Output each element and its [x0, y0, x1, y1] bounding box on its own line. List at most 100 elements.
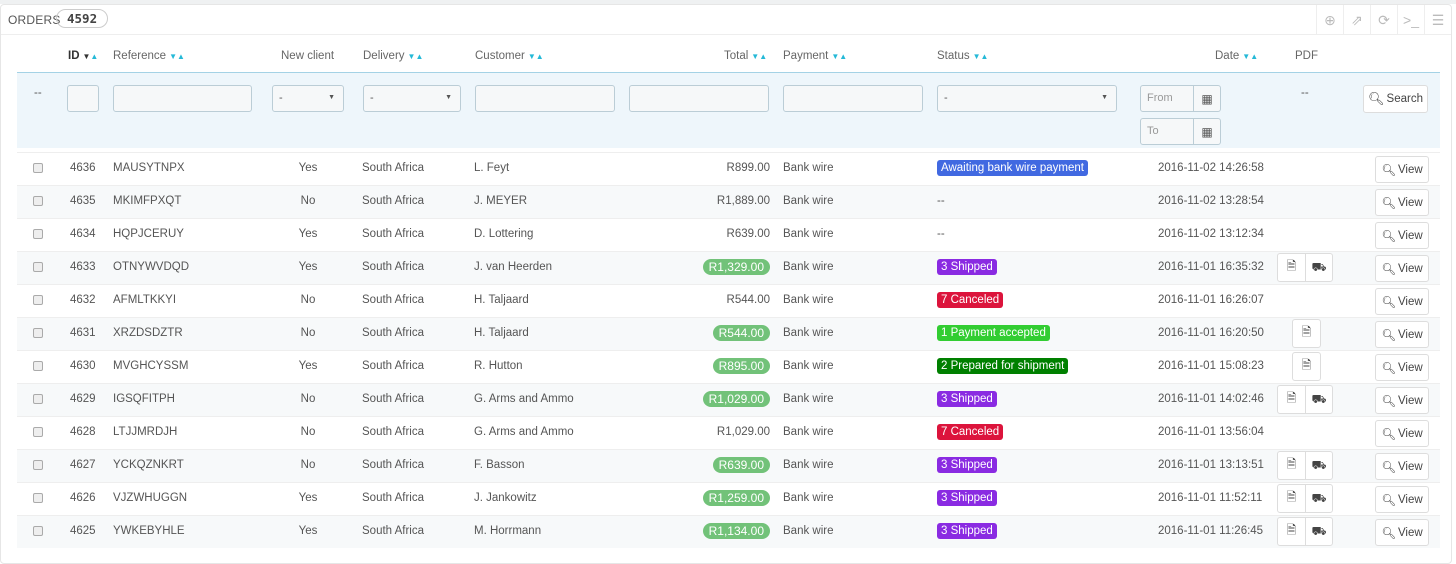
order-id: 4630 [70, 360, 96, 372]
order-id: 4626 [70, 492, 96, 504]
export-icon[interactable]: ⇗ [1343, 5, 1370, 35]
view-label: View [1397, 427, 1423, 440]
view-order-button[interactable]: 🔍︎ View [1375, 321, 1429, 348]
row-checkbox[interactable] [33, 295, 43, 305]
total-filter-input[interactable] [629, 85, 769, 112]
row-checkbox[interactable] [33, 526, 43, 536]
delivery-slip-truck-icon[interactable]: ⛟ [1305, 386, 1332, 413]
table-row[interactable]: 4626 VJZWHUGGN Yes South Africa J. Janko… [17, 482, 1440, 515]
row-checkbox[interactable] [33, 229, 43, 239]
sort-icon[interactable]: ▼▲ [1242, 52, 1258, 61]
table-row[interactable]: 4628 LTJJMRDJH No South Africa G. Arms a… [17, 416, 1440, 449]
column-reference[interactable]: Reference ▼▲ [113, 50, 185, 62]
column-status[interactable]: Status ▼▲ [937, 50, 988, 62]
view-order-button[interactable]: 🔍︎ View [1375, 189, 1429, 216]
sort-icon[interactable]: ▼▲ [831, 52, 847, 61]
customer-filter-input[interactable] [475, 85, 615, 112]
table-row[interactable]: 4627 YCKQZNKRT No South Africa F. Basson… [17, 449, 1440, 482]
search-button[interactable]: 🔍︎ Search [1363, 85, 1428, 113]
column-delivery[interactable]: Delivery ▼▲ [363, 50, 423, 62]
view-order-button[interactable]: 🔍︎ View [1375, 156, 1429, 183]
column-label: Total [724, 50, 749, 62]
delivery-slip-truck-icon[interactable]: ⛟ [1305, 254, 1332, 281]
payment-method: Bank wire [783, 492, 834, 504]
calendar-icon[interactable]: ▦ [1193, 86, 1220, 111]
column-customer[interactable]: Customer ▼▲ [475, 50, 544, 62]
table-row[interactable]: 4629 IGSQFITPH No South Africa G. Arms a… [17, 383, 1440, 416]
view-order-button[interactable]: 🔍︎ View [1375, 453, 1429, 480]
invoice-icon[interactable]: 🗎 [1278, 485, 1305, 512]
delivery-slip-truck-icon[interactable]: ⛟ [1305, 518, 1332, 545]
sort-icon[interactable]: ▼▲ [751, 52, 767, 61]
table-row[interactable]: 4636 MAUSYTNPX Yes South Africa L. Feyt … [17, 152, 1440, 185]
order-date: 2016-11-01 11:52:11 [1158, 492, 1263, 504]
row-checkbox[interactable] [33, 493, 43, 503]
add-icon[interactable]: ⊕ [1316, 5, 1343, 35]
refresh-icon[interactable]: ⟳ [1370, 5, 1397, 35]
sort-icon[interactable]: ▼▲ [408, 52, 424, 61]
table-row[interactable]: 4631 XRZDSDZTR No South Africa H. Taljaa… [17, 317, 1440, 350]
row-checkbox[interactable] [33, 460, 43, 470]
sql-icon[interactable]: >_ [1397, 5, 1424, 35]
view-order-button[interactable]: 🔍︎ View [1375, 222, 1429, 249]
column-date[interactable]: Date ▼▲ [1215, 50, 1258, 62]
sort-icon[interactable]: ▼▲ [169, 52, 185, 61]
order-reference: MVGHCYSSM [113, 360, 189, 372]
row-checkbox[interactable] [33, 328, 43, 338]
view-order-button[interactable]: 🔍︎ View [1375, 354, 1429, 381]
date-to-input[interactable]: To ▦ [1140, 118, 1221, 145]
invoice-icon[interactable]: 🗎 [1278, 386, 1305, 413]
status-badge: 2 Prepared for shipment [937, 358, 1069, 374]
table-row[interactable]: 4635 MKIMFPXQT No South Africa J. MEYER … [17, 185, 1440, 218]
row-checkbox[interactable] [33, 394, 43, 404]
customer-name: J. MEYER [474, 195, 528, 207]
id-filter-input[interactable] [67, 85, 99, 112]
delivery-slip-truck-icon[interactable]: ⛟ [1305, 452, 1332, 479]
invoice-icon[interactable]: 🗎 [1278, 452, 1305, 479]
view-order-button[interactable]: 🔍︎ View [1375, 486, 1429, 513]
delivery-filter-select[interactable]: - [363, 85, 461, 112]
sort-icon[interactable]: ▼▲ [973, 52, 989, 61]
view-label: View [1397, 196, 1423, 209]
view-order-button[interactable]: 🔍︎ View [1375, 420, 1429, 447]
status-badge: 1 Payment accepted [937, 325, 1050, 341]
delivery-country: South Africa [362, 228, 425, 240]
zoom-icon: 🔍︎ [1381, 461, 1396, 474]
calendar-icon[interactable]: ▦ [1193, 119, 1220, 144]
table-row[interactable]: 4625 YWKEBYHLE Yes South Africa M. Horrm… [17, 515, 1440, 548]
view-label: View [1397, 526, 1423, 539]
column-total[interactable]: Total ▼▲ [724, 50, 767, 62]
row-checkbox[interactable] [33, 262, 43, 272]
row-checkbox[interactable] [33, 361, 43, 371]
invoice-icon[interactable]: 🗎 [1278, 254, 1305, 281]
sort-icon[interactable]: ▼▲ [83, 52, 99, 61]
table-row[interactable]: 4632 AFMLTKKYI No South Africa H. Taljaa… [17, 284, 1440, 317]
pdf-button-group: 🗎 [1292, 319, 1321, 348]
status-filter-select[interactable]: - [937, 85, 1117, 112]
column-id[interactable]: ID ▼▲ [68, 50, 98, 62]
invoice-icon[interactable]: 🗎 [1278, 518, 1305, 545]
filter-row: -- - - - From ▦ To ▦ -- 🔍︎Search [17, 72, 1440, 148]
date-from-input[interactable]: From ▦ [1140, 85, 1221, 112]
reference-filter-input[interactable] [113, 85, 252, 112]
view-order-button[interactable]: 🔍︎ View [1375, 255, 1429, 282]
payment-filter-input[interactable] [783, 85, 923, 112]
table-row[interactable]: 4633 OTNYWVDQD Yes South Africa J. van H… [17, 251, 1440, 284]
view-order-button[interactable]: 🔍︎ View [1375, 519, 1429, 546]
new-client-filter-select[interactable]: - [272, 85, 344, 112]
status-badge: 7 Canceled [937, 424, 1004, 440]
table-row[interactable]: 4634 HQPJCERUY Yes South Africa D. Lotte… [17, 218, 1440, 251]
database-icon[interactable]: ☰ [1424, 5, 1451, 35]
row-checkbox[interactable] [33, 196, 43, 206]
invoice-icon[interactable]: 🗎 [1293, 353, 1320, 380]
row-checkbox[interactable] [33, 427, 43, 437]
delivery-slip-truck-icon[interactable]: ⛟ [1305, 485, 1332, 512]
delivery-country: South Africa [362, 195, 425, 207]
view-order-button[interactable]: 🔍︎ View [1375, 387, 1429, 414]
sort-icon[interactable]: ▼▲ [528, 52, 544, 61]
invoice-icon[interactable]: 🗎 [1293, 320, 1320, 347]
view-order-button[interactable]: 🔍︎ View [1375, 288, 1429, 315]
column-payment[interactable]: Payment ▼▲ [783, 50, 847, 62]
row-checkbox[interactable] [33, 163, 43, 173]
table-row[interactable]: 4630 MVGHCYSSM Yes South Africa R. Hutto… [17, 350, 1440, 383]
